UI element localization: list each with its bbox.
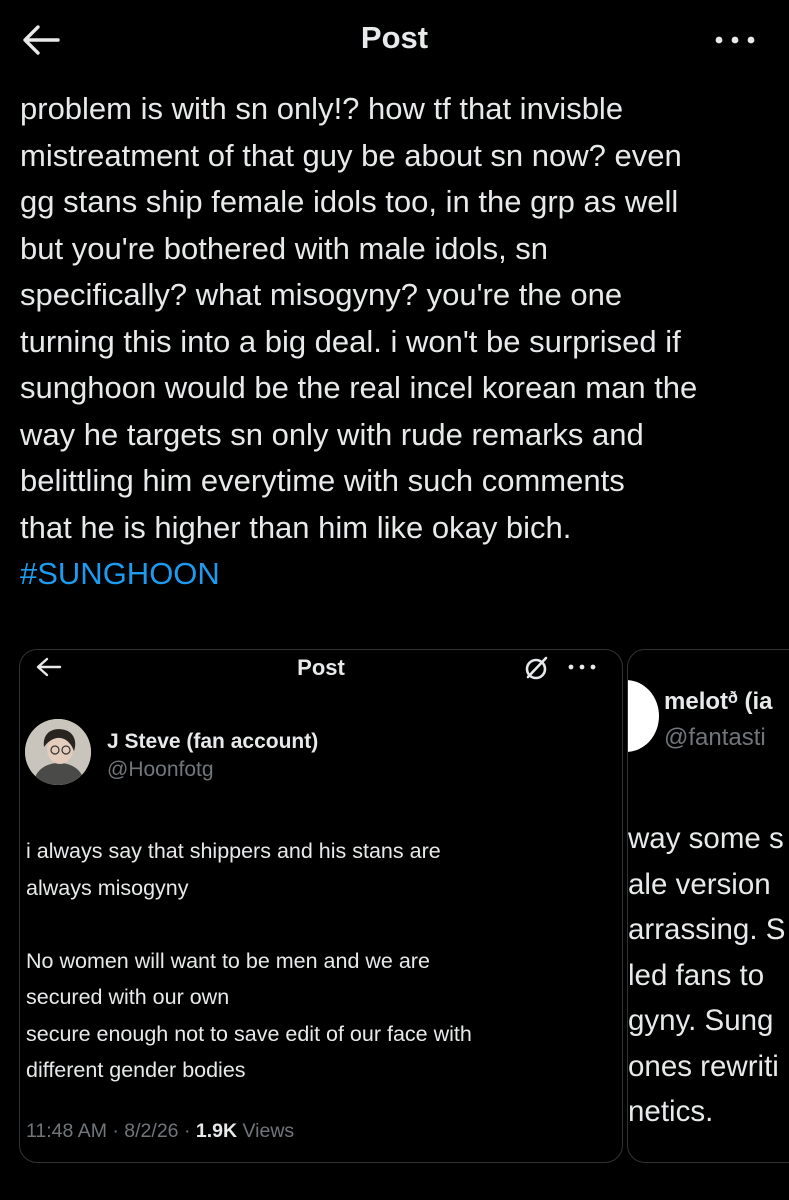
card-post-text: way some s ale version arrassing. S led … bbox=[628, 822, 786, 1128]
top-bar: Post bbox=[0, 0, 789, 82]
post-meta: 11:48 AM · 8/2/26 · 1.9K Views bbox=[26, 1120, 294, 1143]
views-count: 1.9K bbox=[195, 1120, 238, 1142]
avatar bbox=[25, 719, 91, 785]
post-time: 11:48 AM bbox=[26, 1120, 107, 1142]
post-text-block: problem is with sn only!? how tf that in… bbox=[20, 86, 780, 598]
meta-separator: · bbox=[112, 1120, 119, 1142]
post-text: problem is with sn only!? how tf that in… bbox=[20, 91, 698, 545]
more-options-button[interactable] bbox=[711, 28, 759, 52]
more-horizontal-icon bbox=[566, 660, 598, 674]
author-handle: @Hoonfotg bbox=[107, 758, 214, 781]
meta-separator: · bbox=[183, 1120, 191, 1142]
author-handle: @fantasti bbox=[664, 724, 766, 751]
author-name: melotᶞ (ia bbox=[664, 688, 773, 715]
author-name: J Steve (fan account) bbox=[107, 730, 319, 753]
more-horizontal-icon bbox=[715, 36, 755, 44]
avatar bbox=[628, 680, 659, 752]
post-date: 8/2/26 bbox=[124, 1120, 179, 1142]
views-label: Views bbox=[242, 1120, 295, 1142]
hashtag-link[interactable]: #SUNGHOON bbox=[20, 556, 220, 591]
screenshot-card-post[interactable]: Post J Steve (fan account) @Hoonfotg i a… bbox=[19, 649, 623, 1163]
card-post-text: i always say that shippers and his stans… bbox=[26, 839, 472, 1082]
screenshot-card-reply[interactable]: melotᶞ (ia @fantasti way some s ale vers… bbox=[627, 649, 789, 1163]
grok-icon bbox=[522, 654, 550, 682]
page-title: Post bbox=[360, 20, 429, 55]
